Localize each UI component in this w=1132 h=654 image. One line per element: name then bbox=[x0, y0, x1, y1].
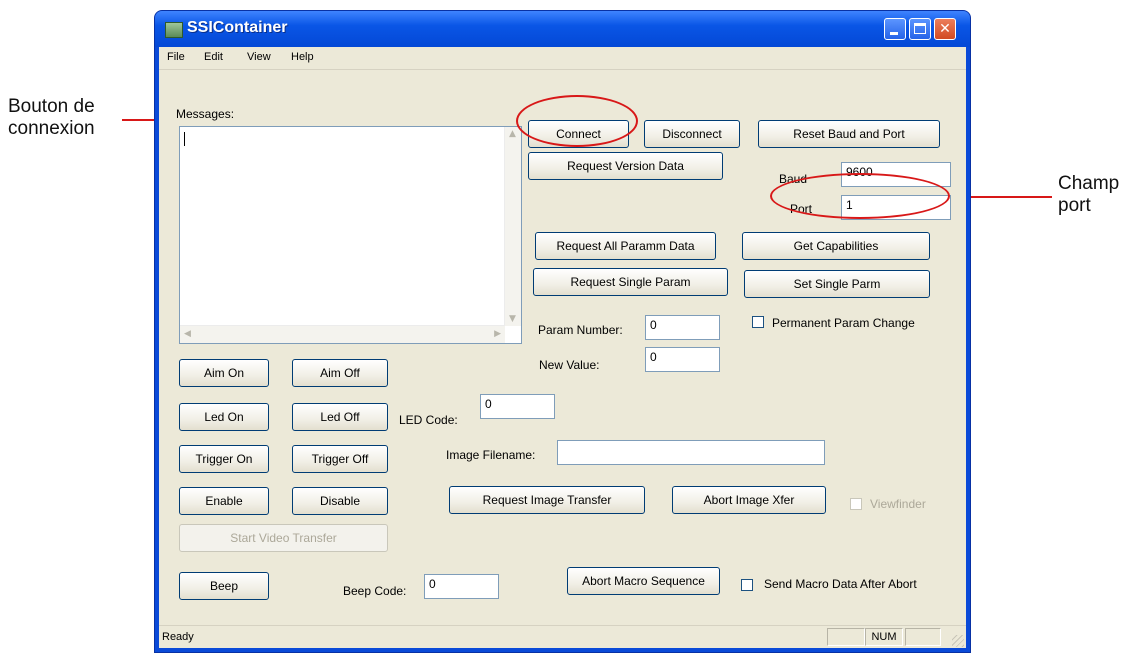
request-version-button[interactable]: Request Version Data bbox=[528, 152, 723, 180]
aim-off-button[interactable]: Aim Off bbox=[292, 359, 388, 387]
new-value-label: New Value: bbox=[539, 358, 600, 372]
menu-view[interactable]: View bbox=[247, 51, 271, 63]
status-bar: Ready NUM bbox=[159, 625, 966, 649]
trigger-off-button[interactable]: Trigger Off bbox=[292, 445, 388, 473]
annotation-connect-label: Bouton de connexion bbox=[8, 96, 95, 140]
annotation-connect-ellipse bbox=[516, 95, 638, 147]
messages-label: Messages: bbox=[176, 107, 235, 121]
beep-code-field[interactable]: 0 bbox=[424, 574, 499, 599]
abort-macro-sequence-button[interactable]: Abort Macro Sequence bbox=[567, 567, 720, 595]
annotation-port-label: Champ port bbox=[1058, 173, 1119, 217]
led-code-label: LED Code: bbox=[399, 413, 458, 427]
new-value-field[interactable]: 0 bbox=[645, 347, 720, 372]
request-all-params-button[interactable]: Request All Paramm Data bbox=[535, 232, 716, 260]
title-bar[interactable]: SSIContainer ✕ bbox=[155, 11, 970, 47]
annotation-connect-line2: connexion bbox=[8, 118, 95, 139]
scroll-up-icon[interactable]: ▲ bbox=[509, 129, 516, 139]
param-number-label: Param Number: bbox=[538, 323, 623, 337]
reset-baud-port-button[interactable]: Reset Baud and Port bbox=[758, 120, 940, 148]
led-off-button[interactable]: Led Off bbox=[292, 403, 388, 431]
text-caret bbox=[184, 132, 185, 146]
permanent-param-change-label: Permanent Param Change bbox=[772, 316, 915, 330]
get-capabilities-button[interactable]: Get Capabilities bbox=[742, 232, 930, 260]
aim-on-button[interactable]: Aim On bbox=[179, 359, 269, 387]
disable-button[interactable]: Disable bbox=[292, 487, 388, 515]
messages-horizontal-scrollbar[interactable]: ◀ ▶ bbox=[180, 325, 505, 343]
annotation-port-line1: Champ bbox=[1058, 173, 1120, 194]
status-pane-num: NUM bbox=[865, 628, 903, 646]
scroll-left-icon[interactable]: ◀ bbox=[184, 329, 191, 339]
close-button[interactable]: ✕ bbox=[934, 18, 956, 40]
menu-file[interactable]: File bbox=[167, 51, 185, 63]
start-video-transfer-button[interactable]: Start Video Transfer bbox=[179, 524, 388, 552]
viewfinder-checkbox[interactable] bbox=[850, 498, 862, 510]
menu-edit[interactable]: Edit bbox=[204, 51, 223, 63]
scroll-right-icon[interactable]: ▶ bbox=[494, 329, 501, 339]
send-macro-data-checkbox[interactable] bbox=[741, 579, 753, 591]
request-image-transfer-button[interactable]: Request Image Transfer bbox=[449, 486, 645, 514]
app-icon bbox=[165, 22, 183, 38]
beep-code-label: Beep Code: bbox=[343, 584, 407, 598]
led-code-field[interactable]: 0 bbox=[480, 394, 555, 419]
annotation-port-arrow-line bbox=[962, 196, 1052, 198]
scroll-down-icon[interactable]: ▼ bbox=[509, 314, 516, 324]
messages-textarea[interactable]: ▲ ▼ ◀ ▶ bbox=[179, 126, 522, 344]
menu-bar: File Edit View Help bbox=[159, 47, 966, 70]
enable-button[interactable]: Enable bbox=[179, 487, 269, 515]
minimize-icon bbox=[890, 32, 898, 35]
abort-image-xfer-button[interactable]: Abort Image Xfer bbox=[672, 486, 826, 514]
param-number-field[interactable]: 0 bbox=[645, 315, 720, 340]
minimize-button[interactable] bbox=[884, 18, 906, 40]
maximize-icon bbox=[914, 23, 926, 34]
annotation-connect-line1: Bouton de bbox=[8, 96, 95, 117]
send-macro-data-label: Send Macro Data After Abort bbox=[764, 577, 917, 591]
maximize-button[interactable] bbox=[909, 18, 931, 40]
status-text: Ready bbox=[162, 631, 194, 643]
image-filename-field[interactable] bbox=[557, 440, 825, 465]
trigger-on-button[interactable]: Trigger On bbox=[179, 445, 269, 473]
led-on-button[interactable]: Led On bbox=[179, 403, 269, 431]
menu-help[interactable]: Help bbox=[291, 51, 314, 63]
permanent-param-change-checkbox[interactable] bbox=[752, 316, 764, 328]
request-single-param-button[interactable]: Request Single Param bbox=[533, 268, 728, 296]
status-pane-caps bbox=[827, 628, 865, 646]
messages-vertical-scrollbar[interactable]: ▲ ▼ bbox=[504, 127, 521, 326]
viewfinder-label: Viewfinder bbox=[870, 497, 926, 511]
image-filename-label: Image Filename: bbox=[446, 448, 536, 462]
resize-grip-icon[interactable] bbox=[952, 635, 964, 647]
annotation-port-line2: port bbox=[1058, 195, 1091, 216]
annotation-port-ellipse bbox=[770, 173, 950, 219]
beep-button[interactable]: Beep bbox=[179, 572, 269, 600]
close-icon: ✕ bbox=[939, 21, 951, 37]
window-title: SSIContainer bbox=[187, 19, 288, 36]
set-single-param-button[interactable]: Set Single Parm bbox=[744, 270, 930, 298]
status-pane-scrl bbox=[905, 628, 941, 646]
disconnect-button[interactable]: Disconnect bbox=[644, 120, 740, 148]
